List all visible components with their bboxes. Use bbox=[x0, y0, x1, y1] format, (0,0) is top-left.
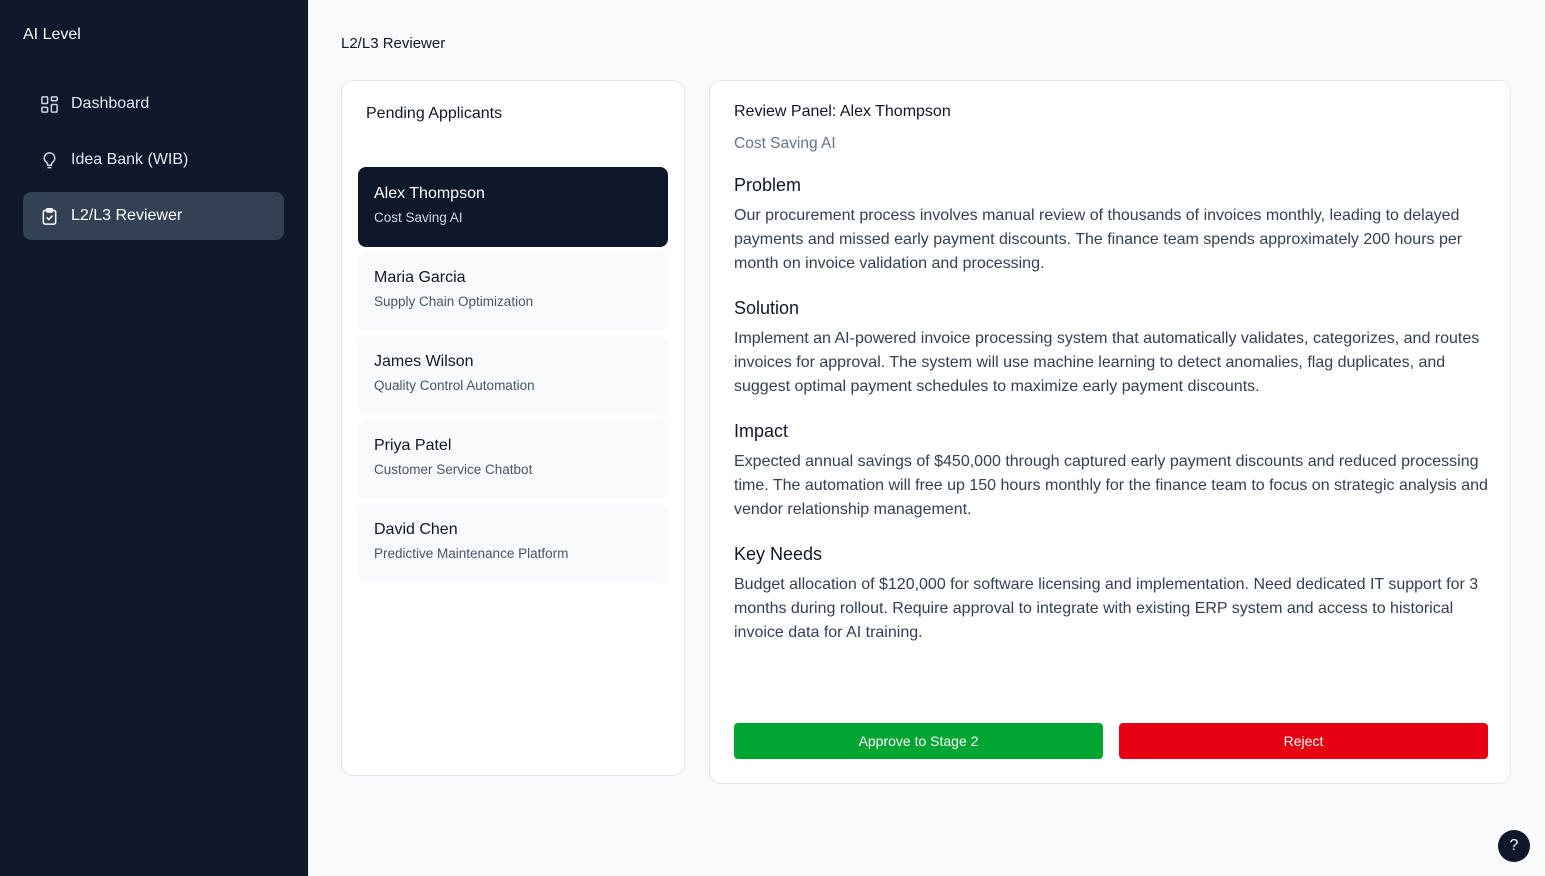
applicant-item[interactable]: Maria Garcia Supply Chain Optimization bbox=[358, 251, 668, 331]
clipboard-check-icon bbox=[39, 206, 59, 226]
sidebar-item-label: Dashboard bbox=[71, 95, 150, 112]
app-title: AI Level bbox=[23, 26, 81, 43]
page-title: L2/L3 Reviewer bbox=[341, 35, 446, 52]
applicant-name: Maria Garcia bbox=[374, 269, 466, 286]
lightbulb-icon bbox=[39, 150, 59, 170]
dashboard-icon bbox=[39, 94, 59, 114]
section-heading-key-needs: Key Needs bbox=[734, 544, 823, 564]
section-text-problem: Our procurement process involves manual … bbox=[734, 207, 1463, 272]
section-heading-problem: Problem bbox=[734, 175, 802, 195]
pending-applicants-title: Pending Applicants bbox=[366, 105, 503, 122]
reject-button[interactable]: Reject bbox=[1119, 723, 1488, 759]
section-text-solution: Implement an AI-powered invoice processi… bbox=[734, 330, 1480, 395]
applicant-name: Alex Thompson bbox=[374, 185, 485, 202]
review-panel-title: Review Panel: Alex Thompson bbox=[734, 103, 951, 120]
applicant-list: Alex Thompson Cost Saving AI Maria Garci… bbox=[358, 167, 668, 587]
applicant-name: James Wilson bbox=[374, 353, 474, 370]
review-actions: Approve to Stage 2 Reject bbox=[734, 723, 1488, 759]
pending-applicants-panel: Pending Applicants Alex Thompson Cost Sa… bbox=[341, 80, 685, 776]
section-text-key-needs: Budget allocation of $120,000 for softwa… bbox=[734, 576, 1479, 641]
applicant-item[interactable]: Alex Thompson Cost Saving AI bbox=[358, 167, 668, 247]
sidebar-nav: Dashboard Idea Bank (WIB) L2/L3 Reviewer bbox=[23, 80, 284, 248]
sidebar-item-label: L2/L3 Reviewer bbox=[71, 207, 183, 224]
applicant-item[interactable]: James Wilson Quality Control Automation bbox=[358, 335, 668, 415]
applicant-project: Predictive Maintenance Platform bbox=[374, 546, 569, 561]
help-button[interactable]: ? bbox=[1498, 830, 1530, 862]
applicant-project: Supply Chain Optimization bbox=[374, 294, 534, 309]
sidebar-item-label: Idea Bank (WIB) bbox=[71, 151, 189, 168]
applicant-item[interactable]: David Chen Predictive Maintenance Platfo… bbox=[358, 503, 668, 583]
approve-button[interactable]: Approve to Stage 2 bbox=[734, 723, 1103, 759]
review-content: Review Panel: Alex Thompson Cost Saving … bbox=[734, 103, 1488, 645]
sidebar-item-idea-bank[interactable]: Idea Bank (WIB) bbox=[23, 136, 284, 184]
review-panel-subtitle: Cost Saving AI bbox=[734, 135, 836, 152]
section-heading-impact: Impact bbox=[734, 421, 789, 441]
section-heading-solution: Solution bbox=[734, 298, 800, 318]
review-panel: Review Panel: Alex Thompson Cost Saving … bbox=[709, 80, 1511, 784]
main-content: L2/L3 Reviewer Pending Applicants Alex T… bbox=[308, 0, 1545, 876]
applicant-name: David Chen bbox=[374, 521, 458, 538]
sidebar: AI Level Dashboard Idea Bank (WIB) L2/L3… bbox=[0, 0, 308, 876]
applicant-project: Customer Service Chatbot bbox=[374, 462, 533, 477]
applicant-project: Cost Saving AI bbox=[374, 210, 463, 225]
applicant-item[interactable]: Priya Patel Customer Service Chatbot bbox=[358, 419, 668, 499]
section-text-impact: Expected annual savings of $450,000 thro… bbox=[734, 453, 1488, 518]
applicant-name: Priya Patel bbox=[374, 437, 452, 454]
applicant-project: Quality Control Automation bbox=[374, 378, 535, 393]
sidebar-item-l2l3-reviewer[interactable]: L2/L3 Reviewer bbox=[23, 192, 284, 240]
sidebar-item-dashboard[interactable]: Dashboard bbox=[23, 80, 284, 128]
